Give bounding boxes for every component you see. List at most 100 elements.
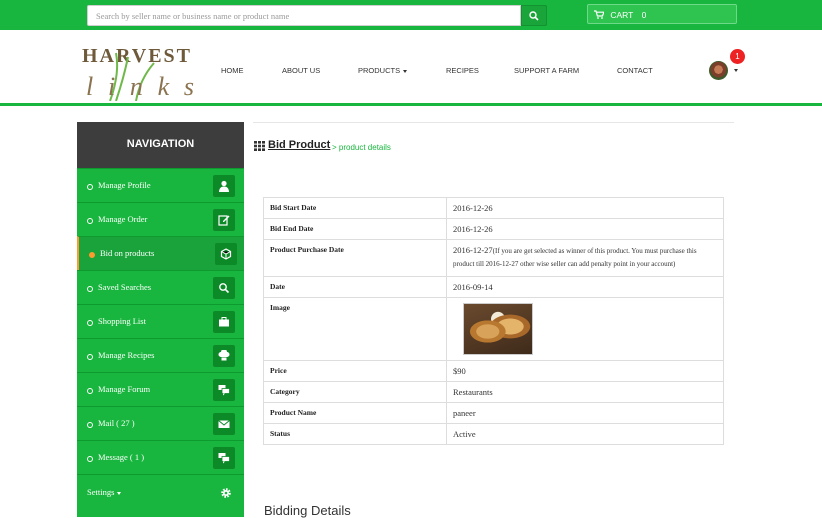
cart-icon	[594, 10, 605, 19]
bullet-icon	[87, 456, 93, 462]
user-icon	[219, 180, 229, 192]
nav-home[interactable]: HOME	[221, 66, 244, 75]
svg-text:links: links	[86, 72, 194, 101]
sidebar-navigation: NAVIGATION Manage Profile Manage Order B…	[77, 122, 244, 517]
nav-products-label: PRODUCTS	[358, 66, 401, 75]
date-value: 2016-09-14	[446, 276, 724, 298]
price-value: $90	[446, 360, 724, 382]
sidebar-item-label: Shopping List	[98, 316, 146, 326]
bullet-icon	[87, 422, 93, 428]
settings-label: Settings	[87, 487, 122, 497]
table-row: Image	[263, 297, 724, 361]
bullet-icon	[87, 184, 93, 190]
nav-support-a-farm[interactable]: SUPPORT A FARM	[514, 66, 579, 75]
status-label: Status	[263, 423, 447, 445]
sidebar-item-label: Mail ( 27 )	[98, 418, 135, 428]
search-input[interactable]: Search by seller name or business name o…	[87, 5, 521, 26]
cart-button[interactable]: CART 0	[587, 4, 737, 24]
briefcase-icon	[219, 317, 229, 327]
bid-end-date-value: 2016-12-26	[446, 218, 724, 240]
chef-hat-icon	[218, 350, 230, 361]
cube-icon	[220, 248, 232, 260]
bullet-icon	[87, 388, 93, 394]
sidebar-item-manage-forum[interactable]: Manage Forum	[77, 372, 244, 406]
cart-count: 0	[641, 10, 647, 20]
sidebar-item-label: Manage Order	[98, 214, 148, 224]
sidebar-item-manage-profile[interactable]: Manage Profile	[77, 168, 244, 202]
breadcrumb: > product details	[332, 143, 391, 152]
date-label: Date	[263, 276, 447, 298]
sidebar-item-label: Manage Recipes	[98, 350, 155, 360]
sidebar-item-label: Manage Profile	[98, 180, 151, 190]
table-row: Product Purchase Date 2016-12-27(If you …	[263, 239, 724, 277]
status-value: Active	[446, 423, 724, 445]
harvest-links-logo[interactable]: HARVEST links	[80, 43, 196, 101]
chevron-down-icon[interactable]	[734, 69, 738, 72]
sidebar-item-mail[interactable]: Mail ( 27 )	[77, 406, 244, 440]
table-row: Date 2016-09-14	[263, 276, 724, 298]
purchase-date-cell: 2016-12-27(If you are get selected as wi…	[446, 239, 724, 277]
notification-badge[interactable]: 1	[730, 49, 745, 64]
image-label: Image	[263, 297, 447, 361]
sidebar-item-label: Bid on products	[100, 248, 155, 258]
gear-icon	[221, 488, 231, 498]
sidebar-item-manage-recipes[interactable]: Manage Recipes	[77, 338, 244, 372]
image-cell	[446, 297, 724, 361]
bid-start-date-label: Bid Start Date	[263, 197, 447, 219]
category-value: Restaurants	[446, 381, 724, 403]
mail-icon	[218, 420, 230, 428]
product-image[interactable]	[463, 303, 533, 355]
table-row: Bid End Date 2016-12-26	[263, 218, 724, 240]
nav-contact[interactable]: CONTACT	[617, 66, 653, 75]
category-label: Category	[263, 381, 447, 403]
table-row: Bid Start Date 2016-12-26	[263, 197, 724, 219]
purchase-date-label: Product Purchase Date	[263, 239, 447, 277]
purchase-date-value: 2016-12-27	[453, 245, 493, 255]
search-icon	[219, 283, 230, 294]
page-title[interactable]: Bid Product	[268, 139, 330, 151]
edit-icon	[218, 215, 230, 226]
price-label: Price	[263, 360, 447, 382]
chevron-down-icon	[117, 491, 122, 495]
search-icon	[529, 11, 539, 21]
bullet-icon	[87, 218, 93, 224]
sidebar-item-bid-on-products[interactable]: Bid on products	[77, 236, 244, 270]
table-row: Category Restaurants	[263, 381, 724, 403]
divider	[253, 122, 734, 123]
chat-icon	[218, 385, 230, 396]
chat-icon	[218, 453, 230, 464]
sidebar-item-manage-order[interactable]: Manage Order	[77, 202, 244, 236]
svg-text:HARVEST: HARVEST	[82, 45, 192, 67]
bid-start-date-value: 2016-12-26	[446, 197, 724, 219]
nav-products[interactable]: PRODUCTS	[358, 66, 408, 75]
bullet-icon	[87, 320, 93, 326]
sidebar-item-label: Saved Searches	[98, 282, 152, 292]
bid-end-date-label: Bid End Date	[263, 218, 447, 240]
product-name-value: paneer	[446, 402, 724, 424]
bullet-icon	[87, 286, 93, 292]
sidebar-title: NAVIGATION	[77, 122, 244, 168]
bullet-icon	[89, 252, 95, 258]
sidebar-item-label: Message ( 1 )	[98, 452, 145, 462]
cart-label: CART	[610, 10, 634, 20]
product-name-label: Product Name	[263, 402, 447, 424]
sidebar-item-saved-searches[interactable]: Saved Searches	[77, 270, 244, 304]
sidebar-item-message[interactable]: Message ( 1 )	[77, 440, 244, 474]
chevron-down-icon	[403, 69, 408, 73]
table-row: Product Name paneer	[263, 402, 724, 424]
nav-recipes[interactable]: RECIPES	[446, 66, 479, 75]
bullet-icon	[87, 354, 93, 360]
top-bar: Search by seller name or business name o…	[0, 0, 822, 30]
sidebar-item-label: Manage Forum	[98, 384, 151, 394]
table-row: Status Active	[263, 423, 724, 445]
sidebar-item-shopping-list[interactable]: Shopping List	[77, 304, 244, 338]
site-header: HARVEST links HOME ABOUT US PRODUCTS REC…	[0, 30, 822, 106]
nav-about-us[interactable]: ABOUT US	[282, 66, 320, 75]
product-details-table: Bid Start Date 2016-12-26 Bid End Date 2…	[263, 197, 724, 445]
grid-icon	[254, 141, 265, 151]
table-row: Price $90	[263, 360, 724, 382]
bidding-details-heading: Bidding Details	[264, 503, 351, 518]
sidebar-settings[interactable]: Settings	[77, 474, 244, 510]
search-button[interactable]	[521, 5, 547, 26]
user-avatar[interactable]	[709, 61, 728, 80]
